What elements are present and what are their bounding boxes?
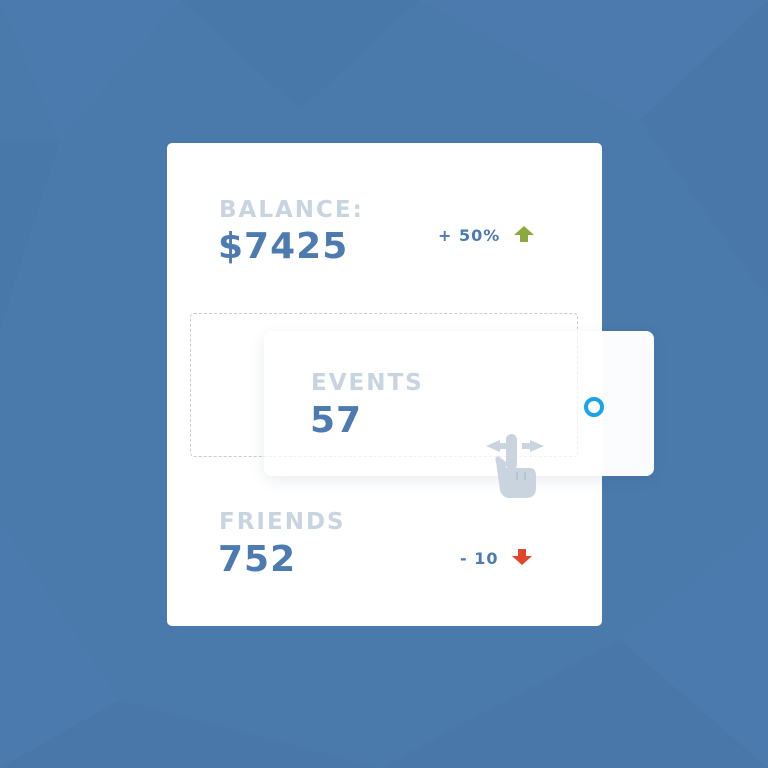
balance-change: + 50% bbox=[438, 225, 535, 245]
events-label: EVENTS bbox=[311, 370, 424, 396]
arrow-up-icon bbox=[514, 226, 535, 245]
balance-value: $7425 bbox=[218, 226, 349, 267]
arrow-down-icon bbox=[512, 549, 533, 568]
drag-handle-icon[interactable] bbox=[584, 397, 604, 417]
balance-label: BALANCE: bbox=[219, 197, 364, 223]
friends-change: - 10 bbox=[460, 548, 533, 568]
drag-hand-icon bbox=[482, 432, 546, 504]
friends-value: 752 bbox=[218, 539, 297, 580]
friends-label: FRIENDS bbox=[219, 509, 346, 535]
events-value: 57 bbox=[310, 400, 363, 441]
friends-change-text: - 10 bbox=[460, 548, 499, 568]
balance-change-text: + 50% bbox=[438, 225, 501, 245]
